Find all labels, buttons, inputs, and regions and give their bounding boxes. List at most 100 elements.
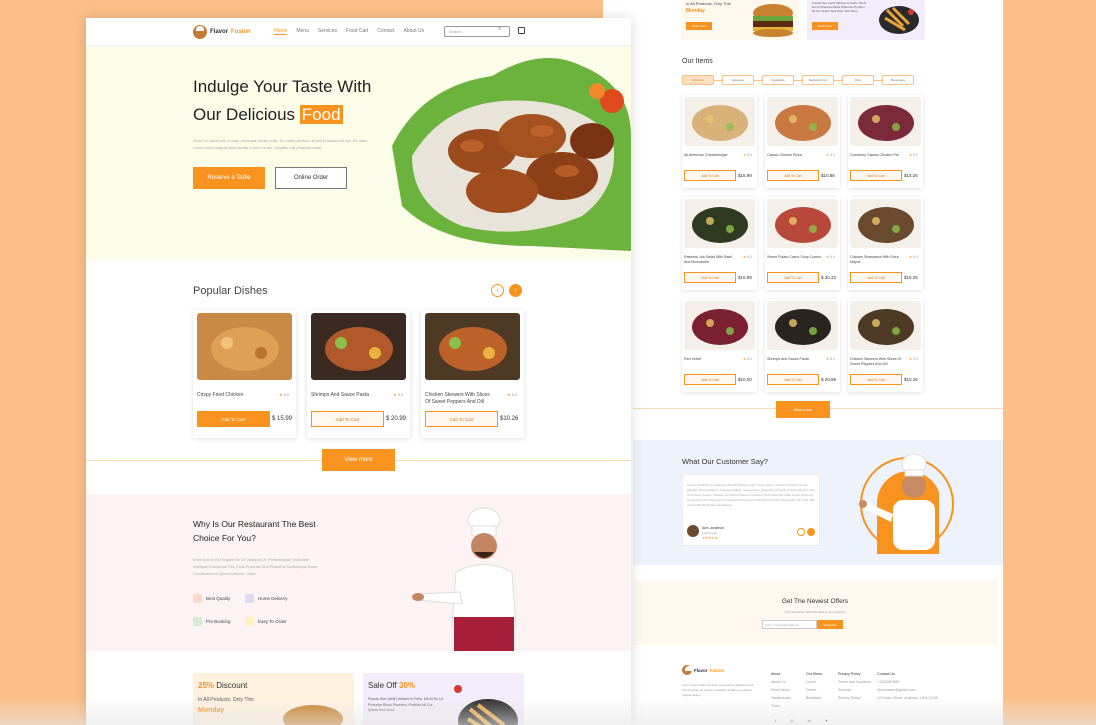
- filter-vegetable[interactable]: Vegetable: [762, 75, 794, 85]
- filter-regional[interactable]: Regional Fusi: [802, 75, 834, 85]
- linkedin-icon[interactable]: in: [808, 718, 811, 723]
- footer-column-title: Our Menu: [806, 672, 822, 676]
- footer-link[interactable]: Lunch: [806, 680, 822, 684]
- twitter-icon[interactable]: ✦: [825, 718, 828, 723]
- item-price: $ 20.99: [821, 377, 837, 382]
- item-image: [684, 97, 755, 146]
- item-rating: ★ 5.0: [909, 153, 918, 157]
- nav-menu[interactable]: Menu: [296, 28, 309, 35]
- item-card[interactable]: All American Cheeseburger ★ 5.0 Add To Car…: [682, 95, 757, 188]
- item-card[interactable]: Chicken Skewers With Slices Of Sweet Pep…: [848, 299, 923, 392]
- footer-link[interactable]: About Us: [771, 680, 791, 684]
- footer-link[interactable]: Menu Items: [771, 688, 791, 692]
- testimonial-prev-button[interactable]: [797, 528, 805, 536]
- item-card[interactable]: Classic Cheese Pizza ★ 5.0 Add To Cart $10.…: [765, 95, 840, 188]
- item-card[interactable]: Red Velvet ★ 5.0 Add To Cart $10.00: [682, 299, 757, 392]
- footer-link[interactable]: Dinner: [806, 688, 822, 692]
- popular-dish-card[interactable]: Shrimps And Sauce Pasta ★ 5.0 Add To Cart $…: [307, 310, 410, 438]
- testimonial-next-button[interactable]: [807, 528, 815, 536]
- footer-link[interactable]: Privacy Policy: [838, 696, 871, 700]
- item-price: $10.00: [738, 377, 752, 382]
- burger-image: [283, 705, 343, 725]
- footer-link[interactable]: Team: [771, 704, 791, 708]
- item-card[interactable]: Cranberry Classic Chicken Pie ★ 5.0 Add To…: [848, 95, 923, 188]
- footer-link[interactable]: Testimonials: [771, 696, 791, 700]
- items-title: Our Items: [682, 58, 713, 65]
- testimonial-text: Tempor Incididunt Ut Aliqua Id Sed Mi Ma…: [687, 483, 816, 507]
- dish-price: $10.26: [500, 416, 519, 422]
- instagram-icon[interactable]: ◎: [790, 718, 794, 723]
- item-add-to-cart-button[interactable]: Add To Cart: [684, 374, 736, 385]
- star-icon: ★: [909, 255, 913, 259]
- item-image: [684, 301, 755, 350]
- footer-column-title: Contact Us: [877, 672, 895, 676]
- item-add-to-cart-button[interactable]: Add To Cart: [767, 170, 819, 181]
- footer-link[interactable]: Terms and Condition: [838, 680, 871, 684]
- nav-food-cart[interactable]: Food Cart: [346, 28, 368, 35]
- item-card[interactable]: Sweet Potato Carrot Soup Combo ★ 5.0 Add T…: [765, 197, 840, 290]
- item-add-to-cart-button[interactable]: Add To Cart: [850, 170, 902, 181]
- items-view-more-button[interactable]: View more: [776, 401, 830, 418]
- logo[interactable]: Flavor Fusion: [193, 24, 251, 39]
- deal-discount-card[interactable]: 25% Discount In All Products, Only This …: [193, 673, 354, 725]
- nav-services[interactable]: Services: [318, 28, 337, 35]
- footer-column: Contact Us +1234567890 flavorfusion@gmail.…: [877, 672, 938, 700]
- item-add-to-cart-button[interactable]: Add To Cart: [767, 272, 819, 283]
- hero-title: Indulge Your Taste With Our Delicious Fo…: [193, 77, 372, 124]
- nav-contact[interactable]: Contact: [377, 28, 394, 35]
- customer-role: Food Lover: [702, 531, 718, 535]
- filter-japanese[interactable]: Japanese: [722, 75, 754, 85]
- item-price: $15.99: [738, 275, 752, 280]
- add-to-cart-button[interactable]: Add To Cart: [197, 411, 270, 427]
- item-card[interactable]: Chicken Shawarma With Extra Mayos ★ 5.0 Ad…: [848, 197, 923, 290]
- item-add-to-cart-button[interactable]: Add To Cart: [684, 272, 736, 283]
- item-add-to-cart-button[interactable]: Add To Cart: [684, 170, 736, 181]
- footer-link[interactable]: Breakfast: [806, 696, 822, 700]
- item-card[interactable]: Rainbow Job Salad With Basil And Mozzare…: [682, 197, 757, 290]
- logo-text-second: Fusion: [231, 28, 251, 35]
- promo-sale-button[interactable]: Order Now: [812, 22, 838, 30]
- item-image: [850, 199, 921, 248]
- footer-link[interactable]: flavorfusion@gmail.com: [877, 688, 938, 692]
- filter-all-items[interactable]: All Items: [682, 75, 714, 85]
- footer-link[interactable]: Security: [838, 688, 871, 692]
- add-to-cart-button[interactable]: Add To Cart: [311, 411, 384, 427]
- item-card[interactable]: Shrimps And Sauce Pasta ★ 5.0 Add To Cart $…: [765, 299, 840, 392]
- deal-sale-subtitle: Fuscar Sce Vertif Ultricies In Felis, Ul…: [368, 697, 443, 712]
- add-to-cart-button[interactable]: Add To Cart: [425, 411, 498, 427]
- carousel-prev-button[interactable]: ‹: [491, 284, 504, 297]
- items-filters: All Items Japanese Vegetable Regional Fu…: [682, 75, 914, 85]
- item-rating: ★ 5.0: [826, 153, 835, 157]
- footer-link[interactable]: 123 Main Street, Anytown, USA 12345: [877, 696, 938, 700]
- dish-name: Shrimps And Sauce Pasta: [311, 392, 370, 398]
- item-add-to-cart-button[interactable]: Add To Cart: [850, 374, 902, 385]
- item-add-to-cart-button[interactable]: Add To Cart: [850, 272, 902, 283]
- logo-icon: [682, 665, 693, 675]
- search-icon[interactable]: ⌕: [498, 26, 501, 33]
- deal-sale-card[interactable]: Sale Off 30% Fuscar Sce Vertif Ultricies…: [363, 673, 524, 725]
- item-add-to-cart-button[interactable]: Add To Cart: [767, 374, 819, 385]
- subscribe-button[interactable]: Subscribe: [817, 620, 843, 629]
- popular-dish-card[interactable]: Crispy Fried Chicken ★ 5.0 Add To Cart $ 15…: [193, 310, 296, 438]
- reserve-table-button[interactable]: Reserve a Table: [193, 167, 265, 189]
- booking-icon: [193, 617, 202, 626]
- nav-home[interactable]: Home: [274, 28, 288, 35]
- cart-icon[interactable]: [518, 27, 525, 34]
- popular-view-more-button[interactable]: View more: [322, 449, 395, 471]
- item-name: Chicken Skewers With Slices Of Sweet Pep…: [850, 357, 902, 366]
- item-rating: ★ 5.0: [743, 153, 752, 157]
- item-rating: ★ 5.0: [743, 255, 752, 259]
- popular-dish-card[interactable]: Chicken Skewers With Slices Of Sweet Pep…: [421, 310, 524, 438]
- star-icon: ★: [826, 153, 830, 157]
- promo-order-button[interactable]: Order Now: [686, 22, 712, 30]
- online-order-button[interactable]: Online Order: [275, 167, 347, 189]
- newsletter-email-input[interactable]: Enter Your Email Address: [762, 620, 817, 629]
- facebook-icon[interactable]: f: [775, 718, 776, 723]
- promo-monday: In All Products, Only This Monday Order …: [681, 0, 799, 40]
- filter-rice[interactable]: Rice: [842, 75, 874, 85]
- carousel-next-button[interactable]: ›: [509, 284, 522, 297]
- footer-link[interactable]: +1234567890: [877, 680, 938, 684]
- nav-about[interactable]: About Us: [404, 28, 425, 35]
- filter-beverages[interactable]: Beverages: [882, 75, 914, 85]
- newsletter-title: Get The Newest Offers: [781, 598, 849, 605]
